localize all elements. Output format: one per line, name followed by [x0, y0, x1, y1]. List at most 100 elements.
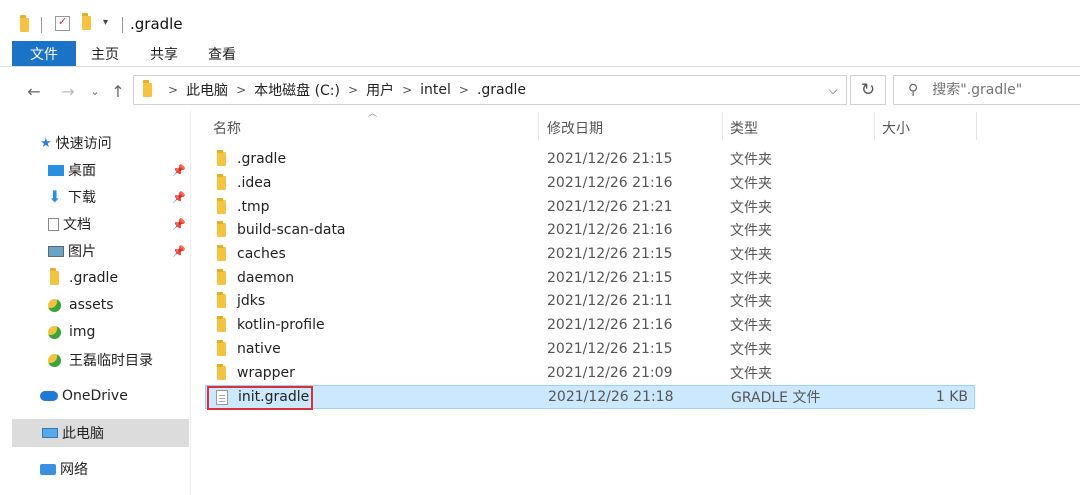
table-row[interactable]: .gradle 2021/12/26 21:15 文件夹 — [205, 147, 975, 171]
file-type: 文件夹 — [730, 318, 772, 334]
column-header-modified[interactable]: 修改日期 — [547, 116, 603, 140]
sidebar-item-assets[interactable]: assets — [48, 293, 190, 317]
sidebar-quick-access[interactable]: ★ 快速访问 — [40, 131, 230, 155]
recent-locations-button[interactable]: ⌄ — [87, 80, 103, 102]
folder-green-icon — [48, 325, 61, 339]
table-row[interactable]: kotlin-profile 2021/12/26 21:16 文件夹 — [205, 313, 975, 337]
quick-access-toolbar — [20, 12, 29, 38]
tab-file[interactable]: 文件 — [12, 41, 76, 66]
breadcrumb-this-pc[interactable]: 此电脑 — [186, 80, 228, 100]
file-name: .idea — [237, 175, 272, 191]
file-type: GRADLE 文件 — [731, 390, 821, 406]
column-header-name[interactable]: 名称 — [213, 116, 241, 140]
chevron-down-icon: ⌄ — [90, 84, 100, 98]
table-row[interactable]: build-scan-data 2021/12/26 21:16 文件夹 — [205, 218, 975, 242]
search-box[interactable]: ⚲ — [893, 75, 1080, 105]
arrow-up-icon: ↑ — [111, 81, 125, 101]
sidebar-item-label: 网络 — [60, 462, 88, 478]
pin-icon: 📌 — [172, 217, 186, 231]
file-type: 文件夹 — [730, 200, 772, 216]
table-row[interactable]: .tmp 2021/12/26 21:21 文件夹 — [205, 195, 975, 219]
table-row-selected[interactable]: init.gradle 2021/12/26 21:18 GRADLE 文件 1… — [205, 385, 975, 410]
folder-icon — [217, 174, 226, 190]
file-name: build-scan-data — [237, 222, 346, 238]
sidebar-item-downloads[interactable]: ⬇ 下载 📌 — [48, 185, 190, 209]
sidebar-item-label: 图片 — [68, 244, 96, 260]
file-modified: 2021/12/26 21:21 — [547, 199, 673, 215]
customize-toolbar-dropdown[interactable]: ▾ — [103, 17, 108, 28]
table-row[interactable]: .idea 2021/12/26 21:16 文件夹 — [205, 171, 975, 195]
sidebar-item-label: 文档 — [63, 217, 91, 233]
sidebar-item-gradle[interactable]: .gradle — [50, 266, 190, 290]
column-header-size[interactable]: 大小 — [882, 116, 910, 140]
column-divider[interactable] — [976, 112, 977, 140]
search-input[interactable] — [932, 82, 1073, 98]
column-divider[interactable] — [722, 112, 723, 140]
sidebar-onedrive[interactable]: OneDrive — [40, 384, 230, 408]
folder-green-icon — [48, 353, 61, 367]
file-type: 文件夹 — [730, 152, 772, 168]
file-name: native — [237, 341, 281, 357]
file-name: wrapper — [237, 365, 295, 381]
file-modified: 2021/12/26 21:16 — [547, 222, 673, 238]
desktop-icon — [48, 164, 64, 176]
table-row[interactable]: jdks 2021/12/26 21:11 文件夹 — [205, 289, 975, 313]
sidebar-this-pc[interactable]: 此电脑 — [42, 421, 232, 445]
address-dropdown-button[interactable]: ⌵ — [823, 80, 843, 100]
folder-icon — [143, 80, 152, 97]
file-modified: 2021/12/26 21:16 — [547, 317, 673, 333]
file-name: kotlin-profile — [237, 317, 325, 333]
column-divider[interactable] — [538, 112, 539, 140]
tab-view[interactable]: 查看 — [208, 41, 236, 66]
folder-icon — [217, 292, 226, 308]
table-row[interactable]: daemon 2021/12/26 21:15 文件夹 — [205, 266, 975, 290]
file-modified: 2021/12/26 21:15 — [547, 270, 673, 286]
pin-icon: 📌 — [172, 190, 186, 204]
file-type: 文件夹 — [730, 223, 772, 239]
chevron-right-icon: > — [168, 83, 179, 97]
sidebar-item-desktop[interactable]: 桌面 📌 — [48, 158, 190, 182]
folder-icon — [20, 15, 29, 32]
breadcrumb-gradle[interactable]: .gradle — [477, 82, 526, 98]
folder-icon — [217, 150, 226, 166]
folder-icon — [217, 245, 226, 261]
tab-share[interactable]: 共享 — [150, 41, 178, 66]
folder-icon — [50, 268, 59, 285]
file-modified: 2021/12/26 21:18 — [548, 389, 674, 405]
table-row[interactable]: caches 2021/12/26 21:15 文件夹 — [205, 242, 975, 266]
file-type: 文件夹 — [730, 271, 772, 287]
file-modified: 2021/12/26 21:15 — [547, 246, 673, 262]
new-folder-icon[interactable] — [82, 13, 91, 34]
file-type: 文件夹 — [730, 176, 772, 192]
column-divider[interactable] — [874, 112, 875, 140]
breadcrumb-intel[interactable]: intel — [420, 82, 451, 98]
sidebar-item-pictures[interactable]: 图片 📌 — [48, 239, 190, 263]
computer-icon — [42, 428, 58, 438]
sidebar-item-img[interactable]: img — [48, 320, 190, 344]
star-icon: ★ — [40, 135, 52, 151]
breadcrumb: > 此电脑 > 本地磁盘 (C:) > 用户 > intel > .gradle — [143, 75, 526, 105]
folder-icon — [217, 340, 226, 356]
up-button[interactable]: ↑ — [108, 80, 128, 102]
table-row[interactable]: native 2021/12/26 21:15 文件夹 — [205, 337, 975, 361]
forward-button[interactable]: → — [58, 80, 78, 102]
arrow-left-icon: ← — [27, 81, 41, 101]
column-header-type[interactable]: 类型 — [730, 116, 758, 140]
breadcrumb-users[interactable]: 用户 — [366, 80, 394, 100]
pictures-icon — [48, 245, 64, 257]
back-button[interactable]: ← — [24, 80, 44, 102]
properties-icon[interactable]: ✓ — [55, 15, 70, 31]
sidebar-network[interactable]: 网络 — [40, 457, 230, 481]
tab-home[interactable]: 主页 — [91, 41, 119, 66]
sidebar-item-documents[interactable]: 文档 📌 — [48, 212, 190, 236]
toolbar-divider — [122, 17, 123, 33]
sidebar-item-temp-dir[interactable]: 王磊临时目录 — [48, 348, 190, 372]
breadcrumb-local-disk[interactable]: 本地磁盘 (C:) — [254, 80, 340, 100]
pane-divider — [190, 110, 191, 495]
refresh-button[interactable]: ↻ — [850, 75, 886, 105]
file-modified: 2021/12/26 21:09 — [547, 365, 673, 381]
table-row[interactable]: wrapper 2021/12/26 21:09 文件夹 — [205, 361, 975, 385]
file-modified: 2021/12/26 21:16 — [547, 175, 673, 191]
sidebar-item-label: assets — [69, 297, 114, 313]
file-type: 文件夹 — [730, 366, 772, 382]
